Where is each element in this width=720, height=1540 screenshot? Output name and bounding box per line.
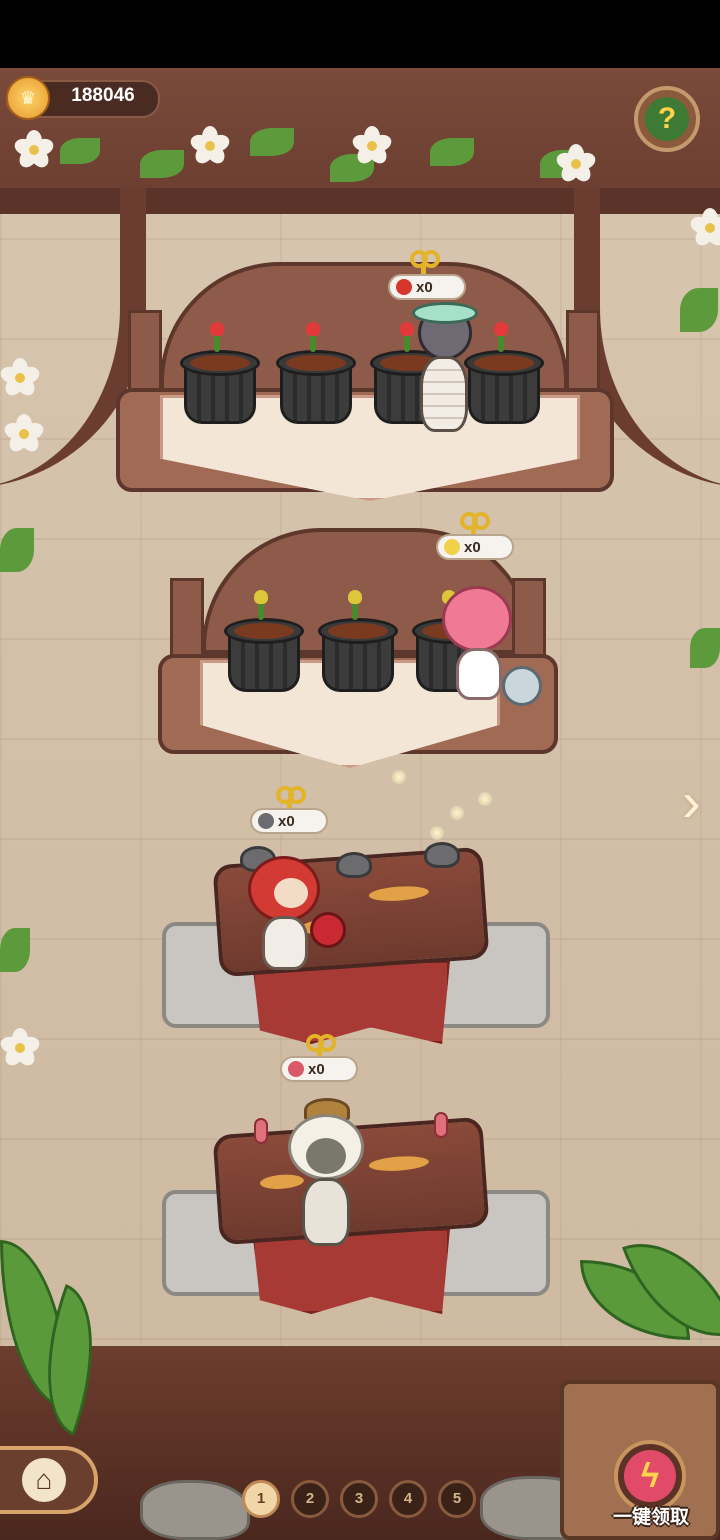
vine-leaf bbox=[0, 528, 34, 572]
sparkle bbox=[450, 806, 464, 820]
white-flower bbox=[554, 144, 598, 185]
white-flower bbox=[12, 130, 56, 171]
reward-key-icon bbox=[410, 250, 440, 276]
vine-leaf bbox=[0, 928, 30, 972]
sparkle bbox=[430, 826, 444, 840]
lightning-bolt-icon: ϟ bbox=[624, 1450, 676, 1502]
vine-leaf bbox=[680, 288, 718, 332]
flower-pot[interactable] bbox=[180, 322, 260, 426]
red-hair-girl-character[interactable] bbox=[244, 856, 354, 976]
bug-rock bbox=[424, 842, 460, 868]
white-flower bbox=[0, 358, 42, 399]
shelf-post bbox=[128, 310, 162, 400]
reward-badge: x0 bbox=[436, 534, 514, 560]
vine-leaf bbox=[430, 138, 474, 166]
flower-pot[interactable] bbox=[224, 590, 304, 694]
page-button-4[interactable]: 4 bbox=[389, 1480, 427, 1518]
page-button-5[interactable]: 5 bbox=[438, 1480, 476, 1518]
floor-stone bbox=[140, 1480, 250, 1540]
white-flower bbox=[188, 126, 232, 167]
sparkle bbox=[392, 770, 406, 784]
white-flower bbox=[688, 208, 720, 249]
sparkle bbox=[478, 792, 492, 806]
chili-pepper-icon bbox=[396, 279, 412, 295]
vine-leaf bbox=[140, 150, 184, 178]
white-flower bbox=[0, 1028, 42, 1069]
reward-badge: x0 bbox=[250, 808, 328, 834]
red-worm bbox=[434, 1112, 448, 1138]
reward-badge: x0 bbox=[280, 1056, 358, 1082]
yellow-flower-icon bbox=[444, 539, 460, 555]
currency-amount: 188046 bbox=[71, 85, 135, 106]
home-icon: ⌂ bbox=[22, 1458, 66, 1502]
pink-hair-girl-character[interactable] bbox=[436, 586, 546, 716]
reward-count: x0 bbox=[464, 538, 481, 556]
page-selector: 1 2 3 4 5 bbox=[242, 1480, 476, 1518]
page-button-2[interactable]: 2 bbox=[291, 1480, 329, 1518]
page-button-3[interactable]: 3 bbox=[340, 1480, 378, 1518]
red-worm bbox=[254, 1118, 268, 1144]
vine-leaf bbox=[690, 628, 720, 668]
white-flower bbox=[350, 126, 394, 167]
vine-leaf bbox=[60, 138, 100, 164]
reward-count: x0 bbox=[416, 278, 433, 296]
shelf-post bbox=[566, 310, 600, 400]
page-button-1[interactable]: 1 bbox=[242, 1480, 280, 1518]
home-button[interactable]: ⌂ bbox=[0, 1446, 98, 1514]
flower-pot[interactable] bbox=[276, 322, 356, 426]
reward-count: x0 bbox=[278, 812, 295, 830]
next-area-arrow[interactable]: › bbox=[682, 772, 712, 832]
grey-rock-bug-icon bbox=[258, 813, 274, 829]
crown-coin-icon: ♛ bbox=[6, 76, 50, 120]
white-flower bbox=[2, 414, 46, 455]
flower-pot[interactable] bbox=[318, 590, 398, 694]
reward-badge: x0 bbox=[388, 274, 466, 300]
shelf-post bbox=[170, 578, 204, 662]
red-worm-icon bbox=[288, 1061, 304, 1077]
collect-all-label[interactable]: 一键领取 bbox=[606, 1502, 696, 1529]
question-sprout-icon: ? bbox=[645, 97, 689, 141]
status-bar bbox=[0, 0, 720, 68]
help-button[interactable]: ? bbox=[634, 86, 700, 152]
reward-count: x0 bbox=[308, 1060, 325, 1078]
vine-leaf bbox=[250, 128, 294, 156]
mummy-character[interactable] bbox=[404, 302, 484, 456]
white-hair-boy-character[interactable] bbox=[284, 1098, 368, 1254]
